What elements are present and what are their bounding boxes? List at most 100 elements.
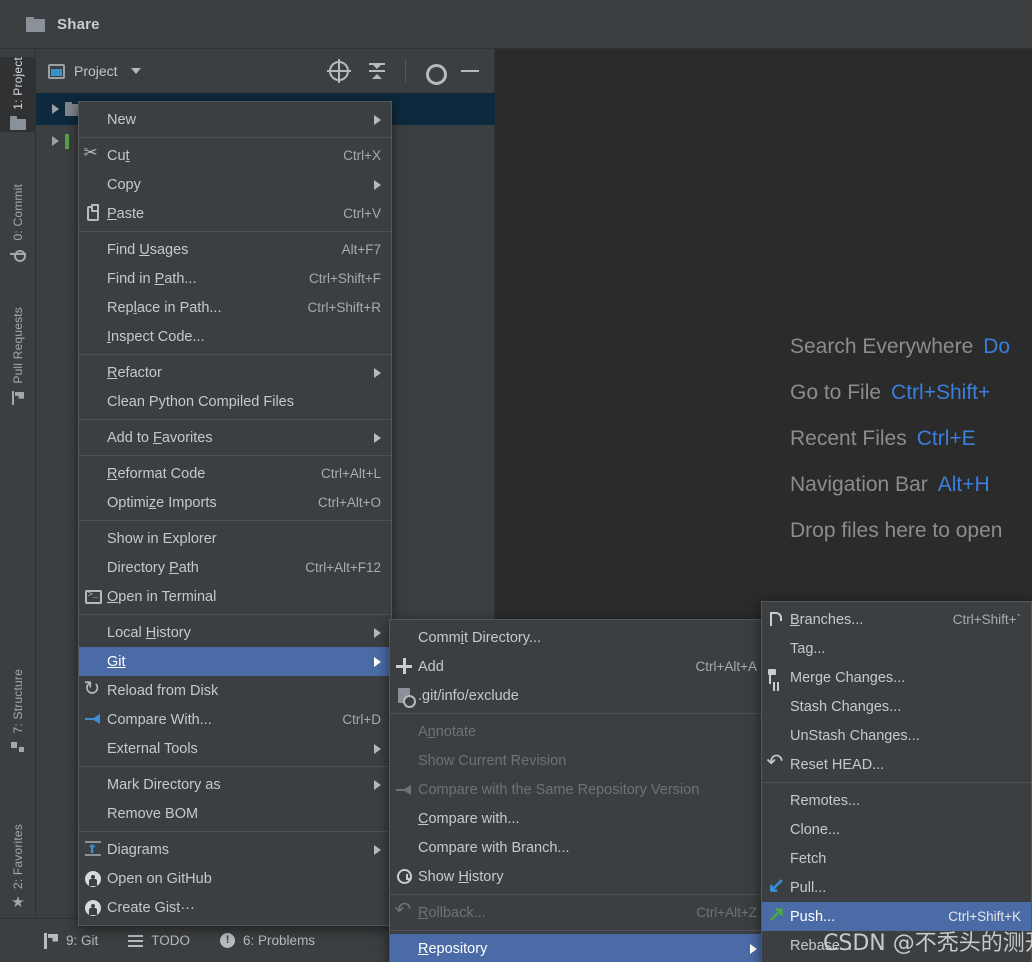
repository-submenu[interactable]: Branches... Ctrl+Shift+` Tag... Merge Chang… (761, 601, 1032, 962)
menu-item-copy[interactable]: Copy (79, 170, 391, 199)
locate-icon[interactable] (327, 59, 351, 83)
hint-label: Go to File (790, 381, 882, 404)
menu-item-label: Reload from Disk (107, 682, 219, 699)
menu-item-shortcut: Ctrl+Alt+F12 (305, 560, 381, 575)
menu-item-shortcut: Alt+F7 (341, 242, 381, 257)
menu-item-add[interactable]: Add Ctrl+Alt+A (390, 652, 767, 681)
menu-item-compare-with[interactable]: Compare with... (390, 804, 767, 833)
menu-item-cut[interactable]: Cut Ctrl+X (79, 141, 391, 170)
project-panel-toolbar: Project (36, 49, 495, 93)
context-menu[interactable]: New Cut Ctrl+X Copy Paste Ctrl+V Find Usages Al… (78, 101, 392, 926)
collapse-all-icon[interactable] (367, 61, 387, 81)
menu-item-reset-head[interactable]: Reset HEAD... (762, 749, 1031, 779)
sidebar-item-structure[interactable]: 7: Structure (0, 669, 36, 755)
menu-item-find-in-path[interactable]: Find in Path... Ctrl+Shift+F (79, 264, 391, 293)
menu-item-compare-with-branch[interactable]: Compare with Branch... (390, 833, 767, 862)
menu-item-external-tools[interactable]: External Tools (79, 734, 391, 763)
menu-item-add-to-favorites[interactable]: Add to Favorites (79, 423, 391, 452)
github-icon (79, 870, 107, 887)
menu-item-refactor[interactable]: Refactor (79, 358, 391, 387)
menu-item-shortcut: Ctrl+X (343, 148, 381, 163)
pull-request-icon (10, 390, 26, 406)
menu-item-reformat-code[interactable]: Reformat Code Ctrl+Alt+L (79, 459, 391, 488)
hint-row: Navigation Bar Alt+H (790, 462, 1032, 508)
menu-item-mark-directory-as[interactable]: Mark Directory as (79, 770, 391, 799)
menu-item-commit-directory[interactable]: Commit Directory... (390, 623, 767, 652)
sidebar-item-project[interactable]: 1: Project (0, 57, 36, 132)
sidebar-item-label: 1: Project (11, 57, 25, 110)
submenu-arrow-icon (374, 627, 381, 638)
menu-item-label: Copy (107, 176, 141, 193)
menu-item-optimize-imports[interactable]: Optimize Imports Ctrl+Alt+O (79, 488, 391, 517)
menu-item-pull[interactable]: Pull... (762, 873, 1031, 902)
branch-icon (762, 611, 790, 628)
compare-icon (84, 711, 102, 728)
folder-icon (10, 115, 26, 132)
minimize-icon[interactable] (461, 70, 479, 72)
menu-item-remotes[interactable]: Remotes... (762, 786, 1031, 815)
menu-item-show-in-explorer[interactable]: Show in Explorer (79, 524, 391, 553)
todo-list-icon (128, 934, 144, 947)
diagrams-icon (84, 841, 102, 858)
menu-item-repository[interactable]: Repository (390, 934, 767, 962)
menu-item-label: Branches... (790, 611, 864, 628)
submenu-arrow-icon (374, 779, 381, 790)
status-item-todo[interactable]: TODO (128, 933, 190, 948)
menu-item-git-info-exclude[interactable]: .git/info/exclude (390, 681, 767, 710)
menu-item-local-history[interactable]: Local History (79, 618, 391, 647)
menu-item-replace-in-path[interactable]: Replace in Path... Ctrl+Shift+R (79, 293, 391, 322)
sidebar-item-commit[interactable]: 0: Commit (0, 184, 36, 263)
hint-shortcut: Ctrl+Shift+ (891, 381, 991, 404)
status-item-git[interactable]: 9: Git (44, 932, 98, 949)
menu-item-clean-python-compiled-files[interactable]: Clean Python Compiled Files (79, 387, 391, 416)
menu-item-stash-changes[interactable]: Stash Changes... (762, 692, 1031, 721)
menu-item-shortcut: Ctrl+Alt+Z (696, 905, 757, 920)
menu-item-diagrams[interactable]: Diagrams (79, 835, 391, 864)
menu-item-new[interactable]: New (79, 105, 391, 134)
status-item-problems[interactable]: ! 6: Problems (220, 933, 315, 948)
menu-item-create-gist[interactable]: Create Gist··· (79, 893, 391, 922)
tab-project[interactable]: Project (48, 63, 141, 79)
menu-item-git[interactable]: Git (79, 647, 391, 676)
chevron-right-icon[interactable] (52, 104, 59, 114)
menu-item-clone[interactable]: Clone... (762, 815, 1031, 844)
menu-item-branches[interactable]: Branches... Ctrl+Shift+` (762, 605, 1031, 634)
chevron-down-icon[interactable] (130, 68, 141, 74)
menu-item-fetch[interactable]: Fetch (762, 844, 1031, 873)
menu-item-merge-changes[interactable]: Merge Changes... (762, 663, 1031, 692)
rollback-icon (390, 897, 418, 922)
menu-item-paste[interactable]: Paste Ctrl+V (79, 199, 391, 228)
chevron-right-icon[interactable] (52, 136, 59, 146)
menu-separator (390, 713, 767, 714)
menu-item-remove-bom[interactable]: Remove BOM (79, 799, 391, 828)
menu-item-directory-path[interactable]: Directory Path Ctrl+Alt+F12 (79, 553, 391, 582)
menu-item-label: Tag... (790, 640, 826, 657)
menu-item-label: Show Current Revision (418, 752, 567, 769)
menu-item-find-usages[interactable]: Find Usages Alt+F7 (79, 235, 391, 264)
terminal-icon (84, 589, 102, 604)
sidebar-item-favorites[interactable]: ★ 2: Favorites (0, 824, 36, 911)
menu-item-show-current-revision: Show Current Revision (390, 746, 767, 775)
menu-separator (79, 614, 391, 615)
git-submenu[interactable]: Commit Directory... Add Ctrl+Alt+A .git/inf… (389, 619, 768, 962)
menu-item-shortcut: Ctrl+Alt+O (317, 495, 381, 510)
menu-item-open-on-github[interactable]: Open on GitHub (79, 864, 391, 893)
sidebar-item-pull-requests[interactable]: Pull Requests (0, 307, 36, 406)
clock-icon (396, 869, 412, 884)
panel-tab-label: Project (74, 63, 118, 79)
menu-item-compare-with[interactable]: Compare With... Ctrl+D (79, 705, 391, 734)
menu-item-inspect-code[interactable]: Inspect Code... (79, 322, 391, 351)
menu-item-label: Replace in Path... (107, 299, 222, 316)
submenu-arrow-icon (374, 114, 381, 125)
menu-item-label: Commit Directory... (418, 629, 542, 646)
menu-separator (79, 831, 391, 832)
menu-separator (79, 354, 391, 355)
gear-icon[interactable] (424, 62, 447, 85)
menu-item-shortcut: Ctrl+D (342, 712, 381, 727)
menu-item-reload-from-disk[interactable]: Reload from Disk (79, 676, 391, 705)
menu-item-unstash-changes[interactable]: UnStash Changes... (762, 721, 1031, 750)
menu-item-shortcut: Ctrl+Shift+` (952, 612, 1021, 627)
menu-item-open-in-terminal[interactable]: Open in Terminal (79, 582, 391, 611)
menu-item-tag[interactable]: Tag... (762, 634, 1031, 663)
menu-item-show-history[interactable]: Show History (390, 862, 767, 891)
